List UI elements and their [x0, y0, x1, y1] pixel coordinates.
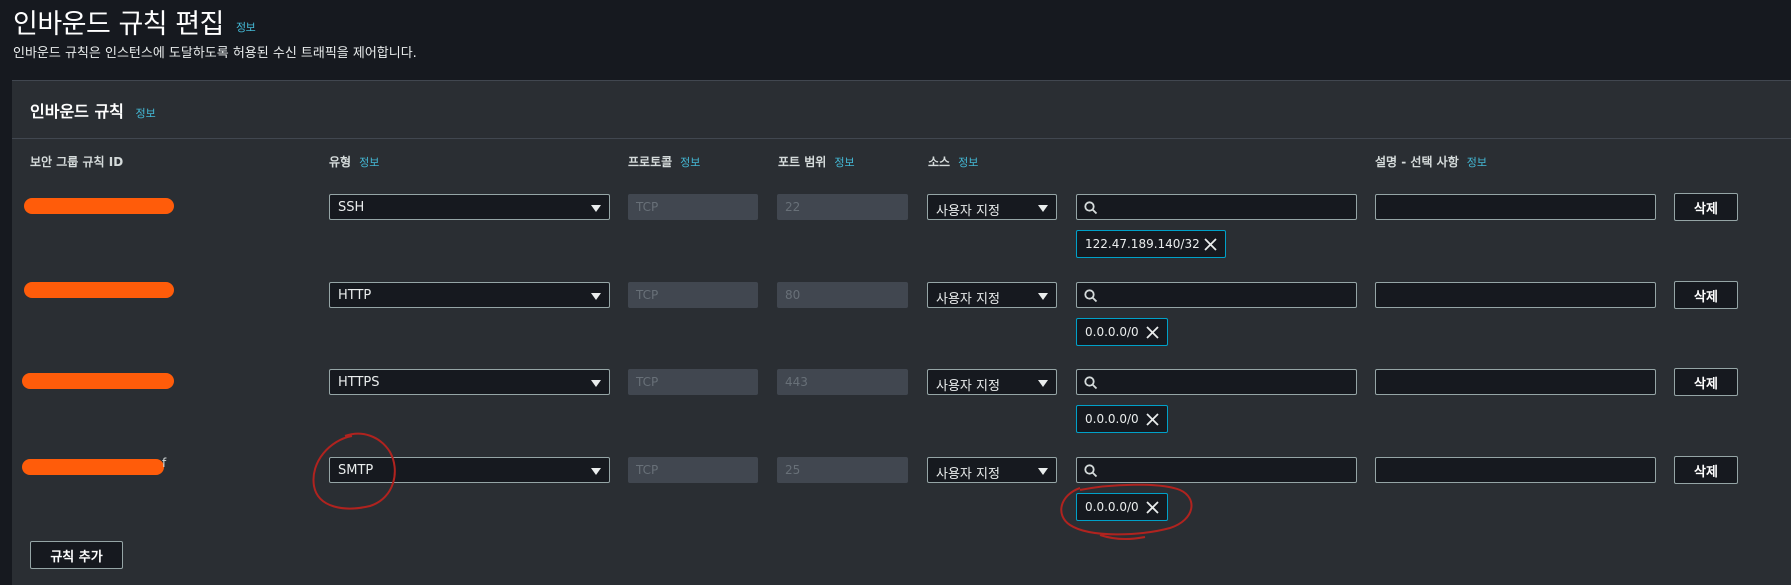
source-cidr-token: 122.47.189.140/32 — [1076, 230, 1226, 258]
col-header-description-label: 설명 - 선택 사항 — [1375, 155, 1459, 169]
source-mode-value: 사용자 지정 — [936, 292, 1000, 307]
close-icon[interactable] — [1204, 238, 1217, 251]
inbound-rules-panel: 인바운드 규칙 정보 보안 그룹 규칙 ID 유형 정보 프로토콜 정보 포트 범위… — [12, 80, 1791, 585]
source-cidr-token: 0.0.0.0/0 — [1076, 493, 1168, 521]
cidr-value: 0.0.0.0/0 — [1085, 500, 1139, 514]
source-mode-select[interactable]: 사용자 지정 — [927, 369, 1057, 395]
redacted-rule-id — [24, 198, 174, 214]
panel-header: 인바운드 규칙 정보 — [12, 81, 1791, 139]
source-mode-select[interactable]: 사용자 지정 — [927, 194, 1057, 220]
col-header-description: 설명 - 선택 사항 정보 — [1375, 153, 1487, 170]
delete-button[interactable]: 삭제 — [1674, 281, 1738, 309]
port-range-field: 443 — [777, 369, 908, 395]
col-header-rule-id-label: 보안 그룹 규칙 ID — [30, 155, 124, 169]
source-search-input[interactable] — [1076, 194, 1357, 220]
source-mode-value: 사용자 지정 — [936, 379, 1000, 394]
add-rule-button[interactable]: 규칙 추가 — [30, 541, 123, 569]
type-select-value: SSH — [338, 200, 365, 215]
delete-button[interactable]: 삭제 — [1674, 456, 1738, 484]
col-header-type-info[interactable]: 정보 — [359, 156, 379, 169]
col-header-description-info[interactable]: 정보 — [1467, 156, 1487, 169]
source-search-input[interactable] — [1076, 457, 1357, 483]
panel-info-link[interactable]: 정보 — [135, 107, 155, 120]
type-select[interactable]: SMTP — [329, 457, 610, 483]
redacted-rule-id — [22, 373, 174, 389]
chevron-down-icon — [591, 468, 601, 475]
col-header-source-label: 소스 — [928, 155, 951, 169]
close-icon[interactable] — [1146, 501, 1159, 514]
col-header-type: 유형 정보 — [329, 153, 379, 170]
col-header-port-range-info[interactable]: 정보 — [834, 156, 854, 169]
page-title-text: 인바운드 규칙 편집 — [13, 9, 224, 40]
col-header-source: 소스 정보 — [928, 153, 978, 170]
description-input[interactable] — [1375, 282, 1656, 308]
type-select-value: HTTPS — [338, 375, 380, 390]
search-icon — [1084, 464, 1098, 478]
type-select-value: SMTP — [338, 463, 374, 478]
col-header-protocol-info[interactable]: 정보 — [680, 156, 700, 169]
redacted-rule-id — [22, 459, 164, 475]
panel-title-text: 인바운드 규칙 — [30, 102, 124, 121]
cidr-value: 122.47.189.140/32 — [1085, 237, 1200, 251]
source-mode-value: 사용자 지정 — [936, 467, 1000, 482]
type-select[interactable]: SSH — [329, 194, 610, 220]
source-search-input[interactable] — [1076, 282, 1357, 308]
col-header-type-label: 유형 — [329, 155, 352, 169]
chevron-down-icon — [1038, 293, 1048, 300]
source-mode-select[interactable]: 사용자 지정 — [927, 457, 1057, 483]
page-title: 인바운드 규칙 편집 정보 — [13, 2, 256, 41]
rule-id-text: f — [162, 456, 167, 470]
chevron-down-icon — [1038, 468, 1048, 475]
panel-title: 인바운드 규칙 정보 — [30, 98, 156, 122]
port-range-field: 25 — [777, 457, 908, 483]
col-header-protocol-label: 프로토콜 — [628, 155, 673, 169]
col-header-source-info[interactable]: 정보 — [958, 156, 978, 169]
type-select[interactable]: HTTPS — [329, 369, 610, 395]
port-range-field: 80 — [777, 282, 908, 308]
source-search-input[interactable] — [1076, 369, 1357, 395]
protocol-field: TCP — [628, 194, 758, 220]
description-input[interactable] — [1375, 369, 1656, 395]
protocol-field: TCP — [628, 282, 758, 308]
search-icon — [1084, 376, 1098, 390]
page-title-info-link[interactable]: 정보 — [236, 21, 256, 34]
delete-button[interactable]: 삭제 — [1674, 193, 1738, 221]
type-select[interactable]: HTTP — [329, 282, 610, 308]
description-input[interactable] — [1375, 457, 1656, 483]
redacted-rule-id — [24, 282, 174, 298]
description-input[interactable] — [1375, 194, 1656, 220]
cidr-value: 0.0.0.0/0 — [1085, 412, 1139, 426]
source-mode-select[interactable]: 사용자 지정 — [927, 282, 1057, 308]
col-header-port-range: 포트 범위 정보 — [778, 153, 855, 170]
source-cidr-token: 0.0.0.0/0 — [1076, 318, 1168, 346]
chevron-down-icon — [591, 293, 601, 300]
search-icon — [1084, 289, 1098, 303]
protocol-field: TCP — [628, 369, 758, 395]
delete-button[interactable]: 삭제 — [1674, 368, 1738, 396]
chevron-down-icon — [1038, 205, 1048, 212]
col-header-rule-id: 보안 그룹 규칙 ID — [30, 153, 123, 170]
chevron-down-icon — [591, 205, 601, 212]
search-icon — [1084, 201, 1098, 215]
col-header-protocol: 프로토콜 정보 — [628, 153, 700, 170]
cidr-value: 0.0.0.0/0 — [1085, 325, 1139, 339]
port-range-field: 22 — [777, 194, 908, 220]
close-icon[interactable] — [1146, 413, 1159, 426]
chevron-down-icon — [1038, 380, 1048, 387]
page-header: 인바운드 규칙 편집 정보 인바운드 규칙은 인스턴스에 도달하도록 허용된 수… — [0, 0, 1791, 80]
col-header-port-range-label: 포트 범위 — [778, 155, 827, 169]
protocol-field: TCP — [628, 457, 758, 483]
source-mode-value: 사용자 지정 — [936, 204, 1000, 219]
close-icon[interactable] — [1146, 326, 1159, 339]
page-description: 인바운드 규칙은 인스턴스에 도달하도록 허용된 수신 트래픽을 제어합니다. — [13, 46, 417, 61]
left-edge — [0, 80, 12, 584]
source-cidr-token: 0.0.0.0/0 — [1076, 405, 1168, 433]
type-select-value: HTTP — [338, 288, 372, 303]
chevron-down-icon — [591, 380, 601, 387]
